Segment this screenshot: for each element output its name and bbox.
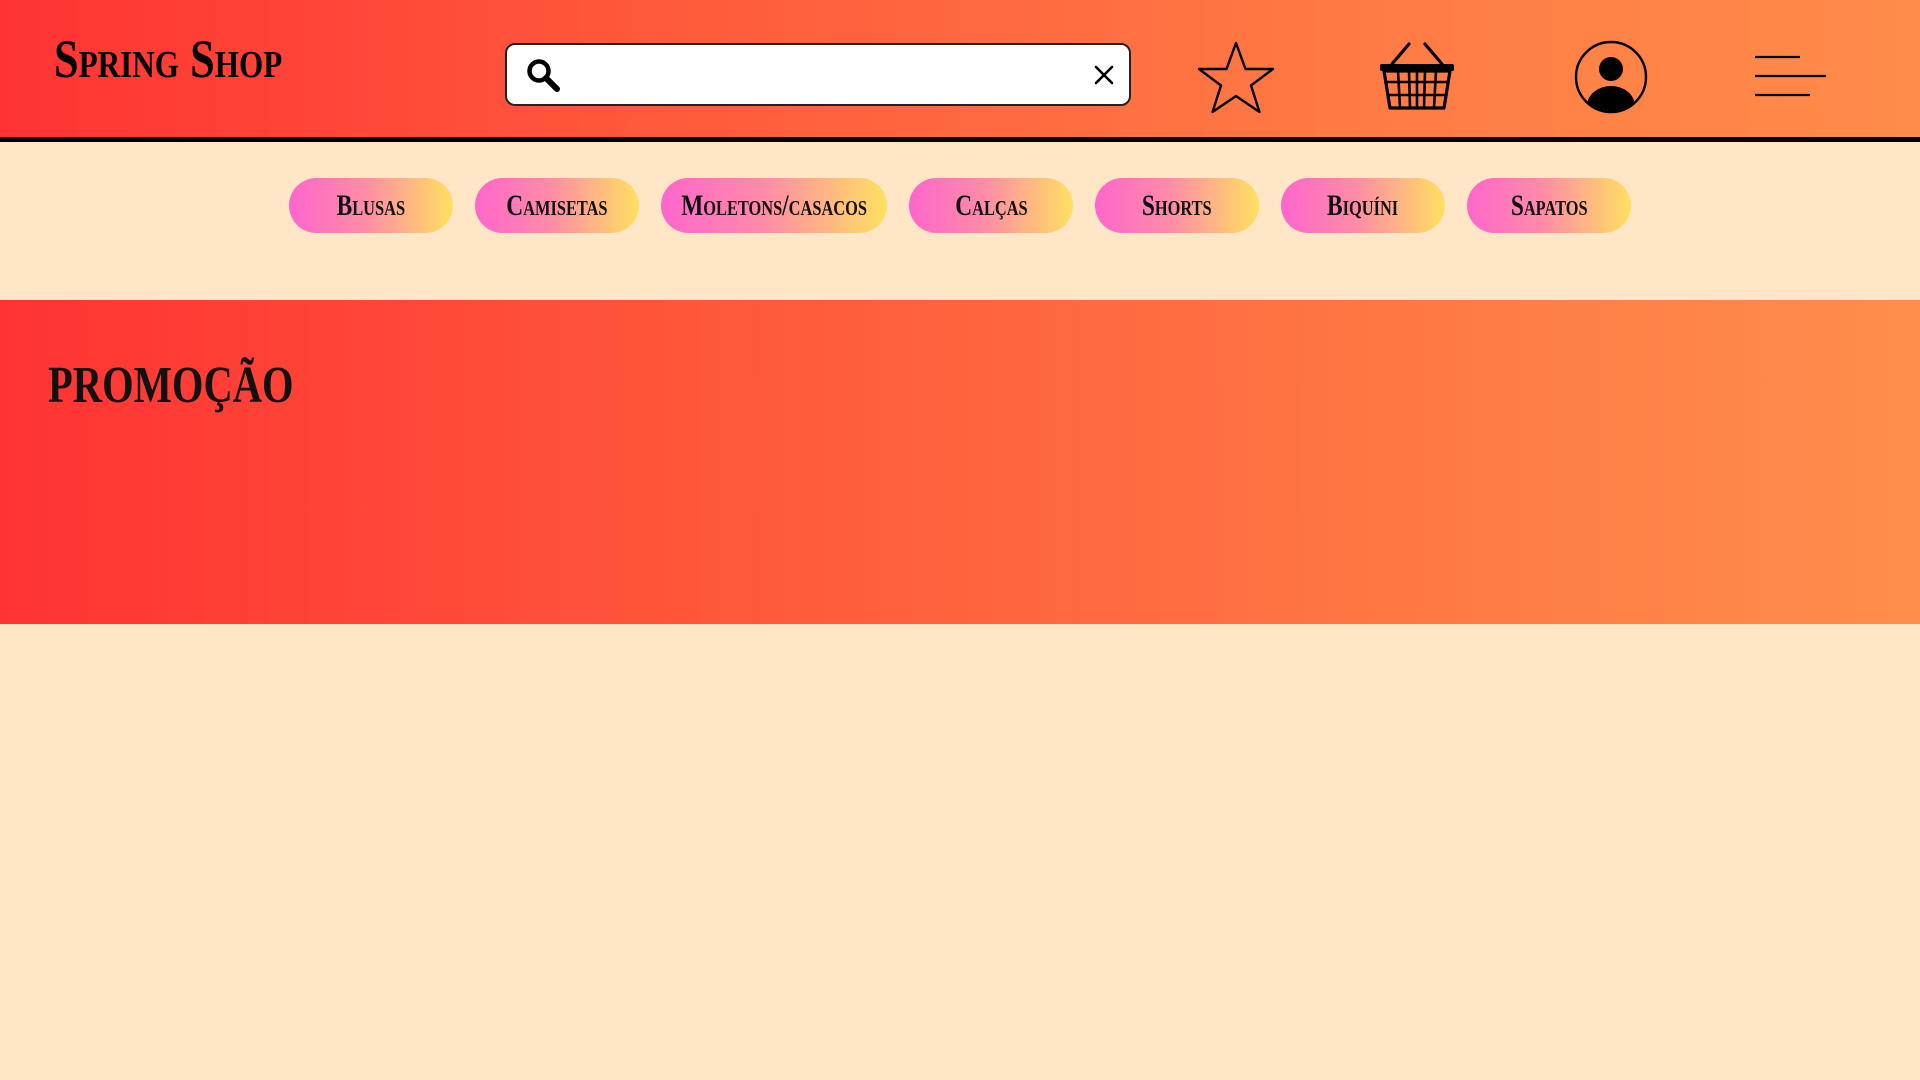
search-input[interactable]	[573, 53, 1053, 97]
promo-banner[interactable]: PROMOÇÃO	[0, 300, 1920, 624]
category-label: Calças	[954, 188, 1028, 222]
search-bar[interactable]	[505, 43, 1131, 106]
category-label: Biquíni	[1327, 188, 1399, 222]
search-icon[interactable]	[525, 57, 561, 93]
category-pill-calcas[interactable]: Calças	[909, 178, 1073, 233]
category-pill-biquini[interactable]: Biquíni	[1281, 178, 1445, 233]
basket-icon[interactable]	[1378, 40, 1456, 114]
star-icon[interactable]	[1195, 40, 1277, 116]
site-header: Spring Shop	[0, 0, 1920, 142]
category-pill-camisetas[interactable]: Camisetas	[475, 178, 639, 233]
category-label: Sapatos	[1510, 188, 1588, 222]
category-label: Blusas	[336, 188, 406, 222]
menu-icon[interactable]	[1754, 54, 1828, 98]
promo-title: PROMOÇÃO	[48, 357, 294, 414]
user-icon[interactable]	[1574, 40, 1648, 114]
category-pill-moletons-casacos[interactable]: Moletons/casacos	[661, 178, 887, 233]
category-pill-blusas[interactable]: Blusas	[289, 178, 453, 233]
category-pill-shorts[interactable]: Shorts	[1095, 178, 1259, 233]
shop-logo[interactable]: Spring Shop	[54, 28, 282, 90]
category-nav: Blusas Camisetas Moletons/casacos Calças…	[0, 178, 1920, 234]
close-icon[interactable]	[1091, 62, 1117, 88]
category-label: Camisetas	[506, 188, 608, 222]
category-pill-sapatos[interactable]: Sapatos	[1467, 178, 1631, 233]
category-label: Moletons/casacos	[681, 188, 867, 222]
category-label: Shorts	[1142, 188, 1212, 222]
